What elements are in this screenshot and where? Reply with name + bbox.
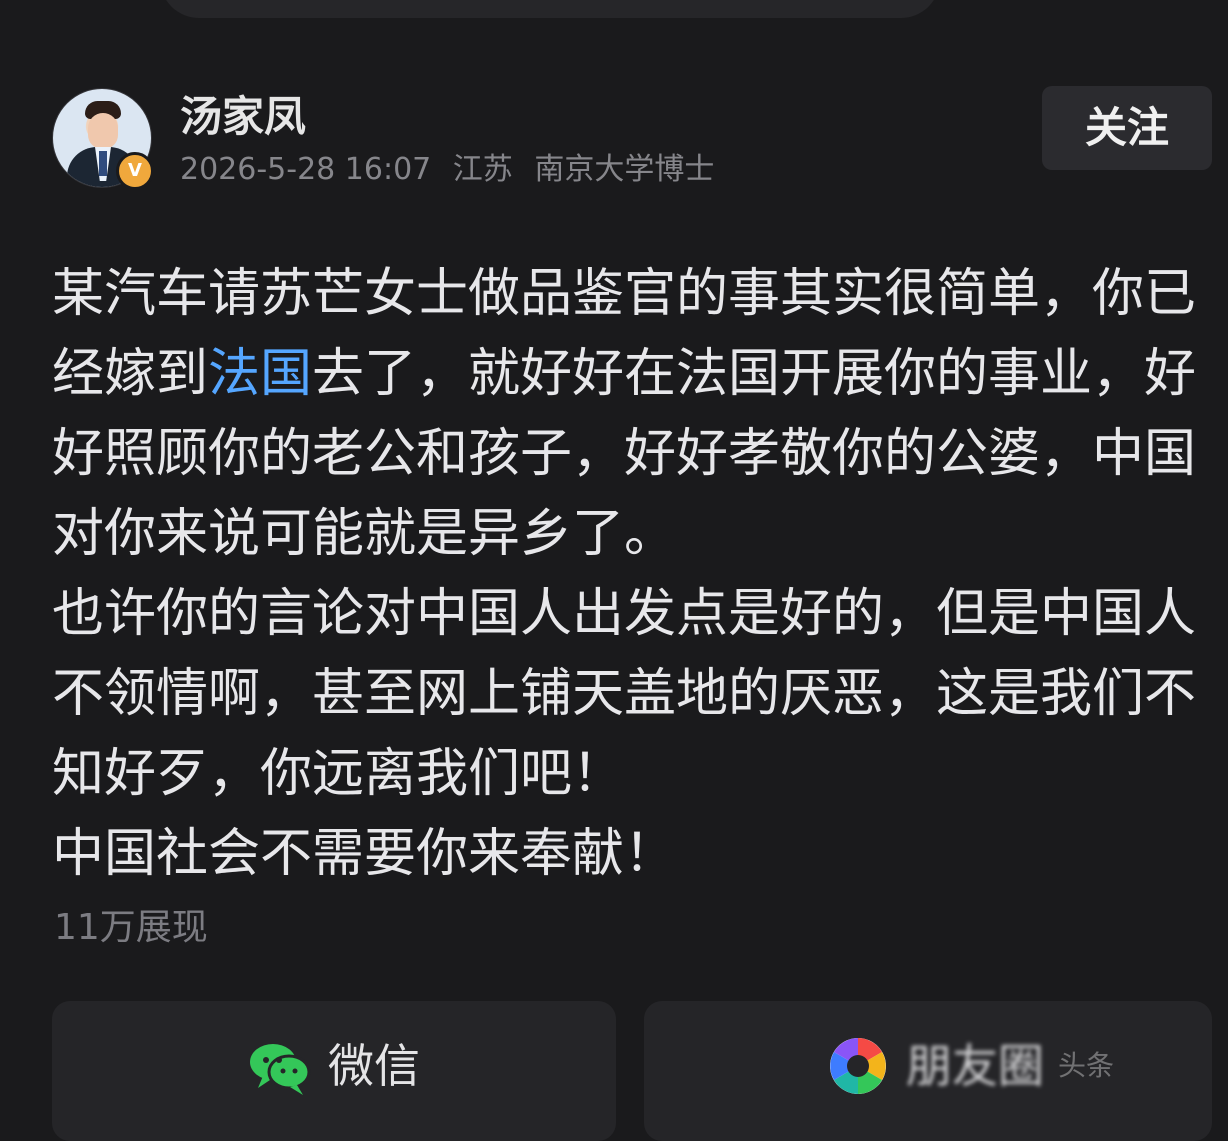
avatar-face: [88, 113, 118, 149]
author-name[interactable]: 汤家凤: [180, 90, 306, 144]
author-credential: 南京大学博士: [534, 152, 715, 187]
author-location: 江苏: [452, 152, 513, 187]
wechat-label: 微信: [328, 1039, 420, 1093]
post-paragraph-2: 也许你的言论对中国人出发点是好的，但是中国人不领情啊，甚至网上铺天盖地的厌恶，这…: [52, 584, 1197, 804]
avatar-tie: [99, 151, 107, 176]
wechat-icon: [250, 1044, 311, 1095]
share-moments-content: 朋友圈 头条: [824, 1031, 1114, 1101]
view-count: 11万展现: [54, 907, 208, 948]
post-content: 某汽车请苏芒女士做品鉴官的事其实很简单，你已经嫁到法国去了，就好好在法国开展你的…: [52, 254, 1197, 894]
share-wechat-content: 微信: [246, 1031, 420, 1101]
post-paragraph-1: 某汽车请苏芒女士做品鉴官的事其实很简单，你已经嫁到法国去了，就好好在法国开展你的…: [52, 254, 1197, 574]
post-paragraph-3: 中国社会不需要你来奉献！: [52, 824, 677, 884]
france-topic-link[interactable]: 法国: [208, 344, 312, 404]
top-search-bar[interactable]: [160, 0, 940, 18]
post-meta: 2026-5-28 16:07 江苏 南京大学博士: [180, 152, 714, 188]
watermark-text: 头条: [1058, 1049, 1115, 1082]
moments-icon: [830, 1038, 886, 1094]
moments-label: 朋友圈: [906, 1039, 1044, 1093]
share-moments-button[interactable]: 朋友圈 头条: [644, 1001, 1212, 1141]
share-wechat-button[interactable]: 微信: [52, 1001, 616, 1141]
published-time: 2026-5-28 16:07: [180, 152, 432, 187]
post-header: V 汤家凤 2026-5-28 16:07 江苏 南京大学博士 关注: [52, 86, 1212, 196]
follow-button[interactable]: 关注: [1042, 86, 1212, 170]
verified-badge-icon: V: [116, 152, 154, 190]
